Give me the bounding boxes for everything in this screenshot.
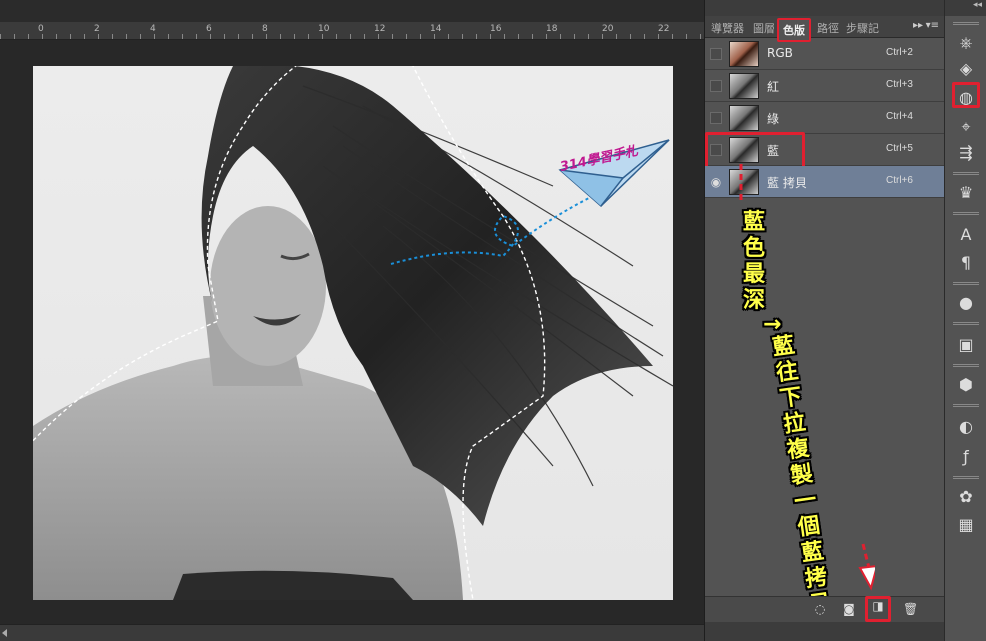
wheel-icon[interactable]: ⎈ (952, 30, 980, 56)
grid-icon[interactable]: ▦ (952, 512, 980, 538)
panel-collapse-icon[interactable]: ▸▸ (913, 20, 923, 31)
visibility-toggle[interactable] (710, 48, 722, 60)
kuler-icon[interactable]: ● (952, 290, 980, 316)
ruler-label: 18 (546, 24, 558, 34)
visibility-toggle[interactable] (710, 80, 722, 92)
eye-icon[interactable]: ◉ (710, 176, 722, 188)
canvas-top-bar (0, 0, 704, 22)
panel-bottom-bar (705, 622, 945, 641)
ruler-label: 12 (374, 24, 386, 34)
ruler-label: 2 (94, 24, 100, 34)
paragraph-icon[interactable]: ¶ (952, 250, 980, 276)
tab-history[interactable]: 步驟記 (846, 20, 879, 36)
panel-menu-icon[interactable]: ▾≡ (926, 20, 939, 31)
panel-top-bar (705, 0, 944, 16)
channel-shortcut: Ctrl+4 (886, 111, 913, 122)
channel-thumbnail (729, 41, 759, 67)
channel-name: RGB (767, 46, 793, 60)
channel-shortcut: Ctrl+3 (886, 79, 913, 90)
path-icon[interactable]: ⌖ (952, 114, 980, 140)
right-toolbar: ◂◂ ⎈ ◈ ◍ ⌖ ⇶ ♛ A ¶ ● ▣ ⬢ ◐ ƒ ✿ ▦ (944, 0, 986, 641)
save-selection-icon[interactable]: ◙ (842, 602, 856, 616)
photo-illustration (33, 66, 673, 600)
channel-shortcut: Ctrl+2 (886, 47, 913, 58)
image-icon[interactable]: ▣ (952, 332, 980, 358)
character-icon[interactable]: A (952, 222, 980, 248)
channels-panel: 導覽器 圖層 色版 路徑 步驟記 ▸▸ ▾≡ RGB Ctrl+2 紅 Ctrl… (704, 0, 945, 641)
load-selection-icon[interactable]: ◌ (813, 602, 827, 616)
tab-paths[interactable]: 路徑 (817, 20, 839, 36)
annotation-line1: 藍色最深 (743, 210, 766, 313)
ruler-label: 14 (430, 24, 442, 34)
canvas-area[interactable]: 314學習手札 (0, 40, 704, 624)
horizontal-ruler: 0 2 4 6 8 10 12 14 16 18 20 22 (0, 22, 704, 40)
tab-navigator[interactable]: 導覽器 (711, 20, 744, 36)
fx-icon[interactable]: ƒ (952, 444, 980, 470)
ruler-label: 16 (490, 24, 502, 34)
grayscale-photo[interactable]: 314學習手札 (33, 66, 673, 600)
visibility-toggle[interactable] (710, 112, 722, 124)
crown-icon[interactable]: ♛ (952, 180, 980, 206)
ruler-label: 4 (150, 24, 156, 34)
channels-icon[interactable]: ◍ (952, 82, 980, 108)
ruler-label: 10 (318, 24, 330, 34)
new-channel-icon[interactable]: ◨ (865, 596, 891, 622)
channel-name: 紅 (767, 80, 780, 94)
horizontal-scrollbar[interactable] (0, 624, 704, 641)
toolbar-collapse-icon[interactable]: ◂◂ (945, 0, 986, 16)
3d-icon[interactable]: ⬢ (952, 372, 980, 398)
trash-icon[interactable]: 🗑 (903, 602, 918, 616)
channel-shortcut: Ctrl+6 (886, 175, 913, 186)
channel-name: 綠 (767, 112, 780, 126)
channel-shortcut: Ctrl+5 (886, 143, 913, 154)
tab-layers[interactable]: 圖層 (753, 20, 775, 36)
channel-thumbnail (729, 105, 759, 131)
channel-row-rgb[interactable]: RGB Ctrl+2 (705, 38, 945, 70)
channel-thumbnail (729, 73, 759, 99)
ruler-label: 8 (262, 24, 268, 34)
layers-icon[interactable]: ◈ (952, 56, 980, 82)
panel-footer: ◌ ◙ ◨ 🗑 (705, 596, 945, 622)
ruler-label: 20 (602, 24, 614, 34)
swatches-icon[interactable]: ✿ (952, 484, 980, 510)
channel-row-green[interactable]: 綠 Ctrl+4 (705, 102, 945, 134)
visibility-toggle[interactable] (710, 144, 722, 156)
channel-name: 藍 (767, 144, 780, 158)
adjustment-icon[interactable]: ◐ (952, 414, 980, 440)
channel-row-blue[interactable]: 藍 Ctrl+5 (705, 132, 945, 172)
ruler-label: 6 (206, 24, 212, 34)
panel-tabs: 導覽器 圖層 色版 路徑 步驟記 ▸▸ ▾≡ (705, 16, 945, 42)
photoshop-window: 0 2 4 6 8 10 12 14 16 18 20 22 314學習手札 導… (0, 0, 986, 641)
ruler-label: 22 (658, 24, 670, 34)
history-icon[interactable]: ⇶ (952, 140, 980, 166)
channel-row-red[interactable]: 紅 Ctrl+3 (705, 70, 945, 102)
channel-thumbnail (729, 137, 759, 163)
scroll-left-icon[interactable] (2, 629, 7, 637)
ruler-label: 0 (38, 24, 44, 34)
